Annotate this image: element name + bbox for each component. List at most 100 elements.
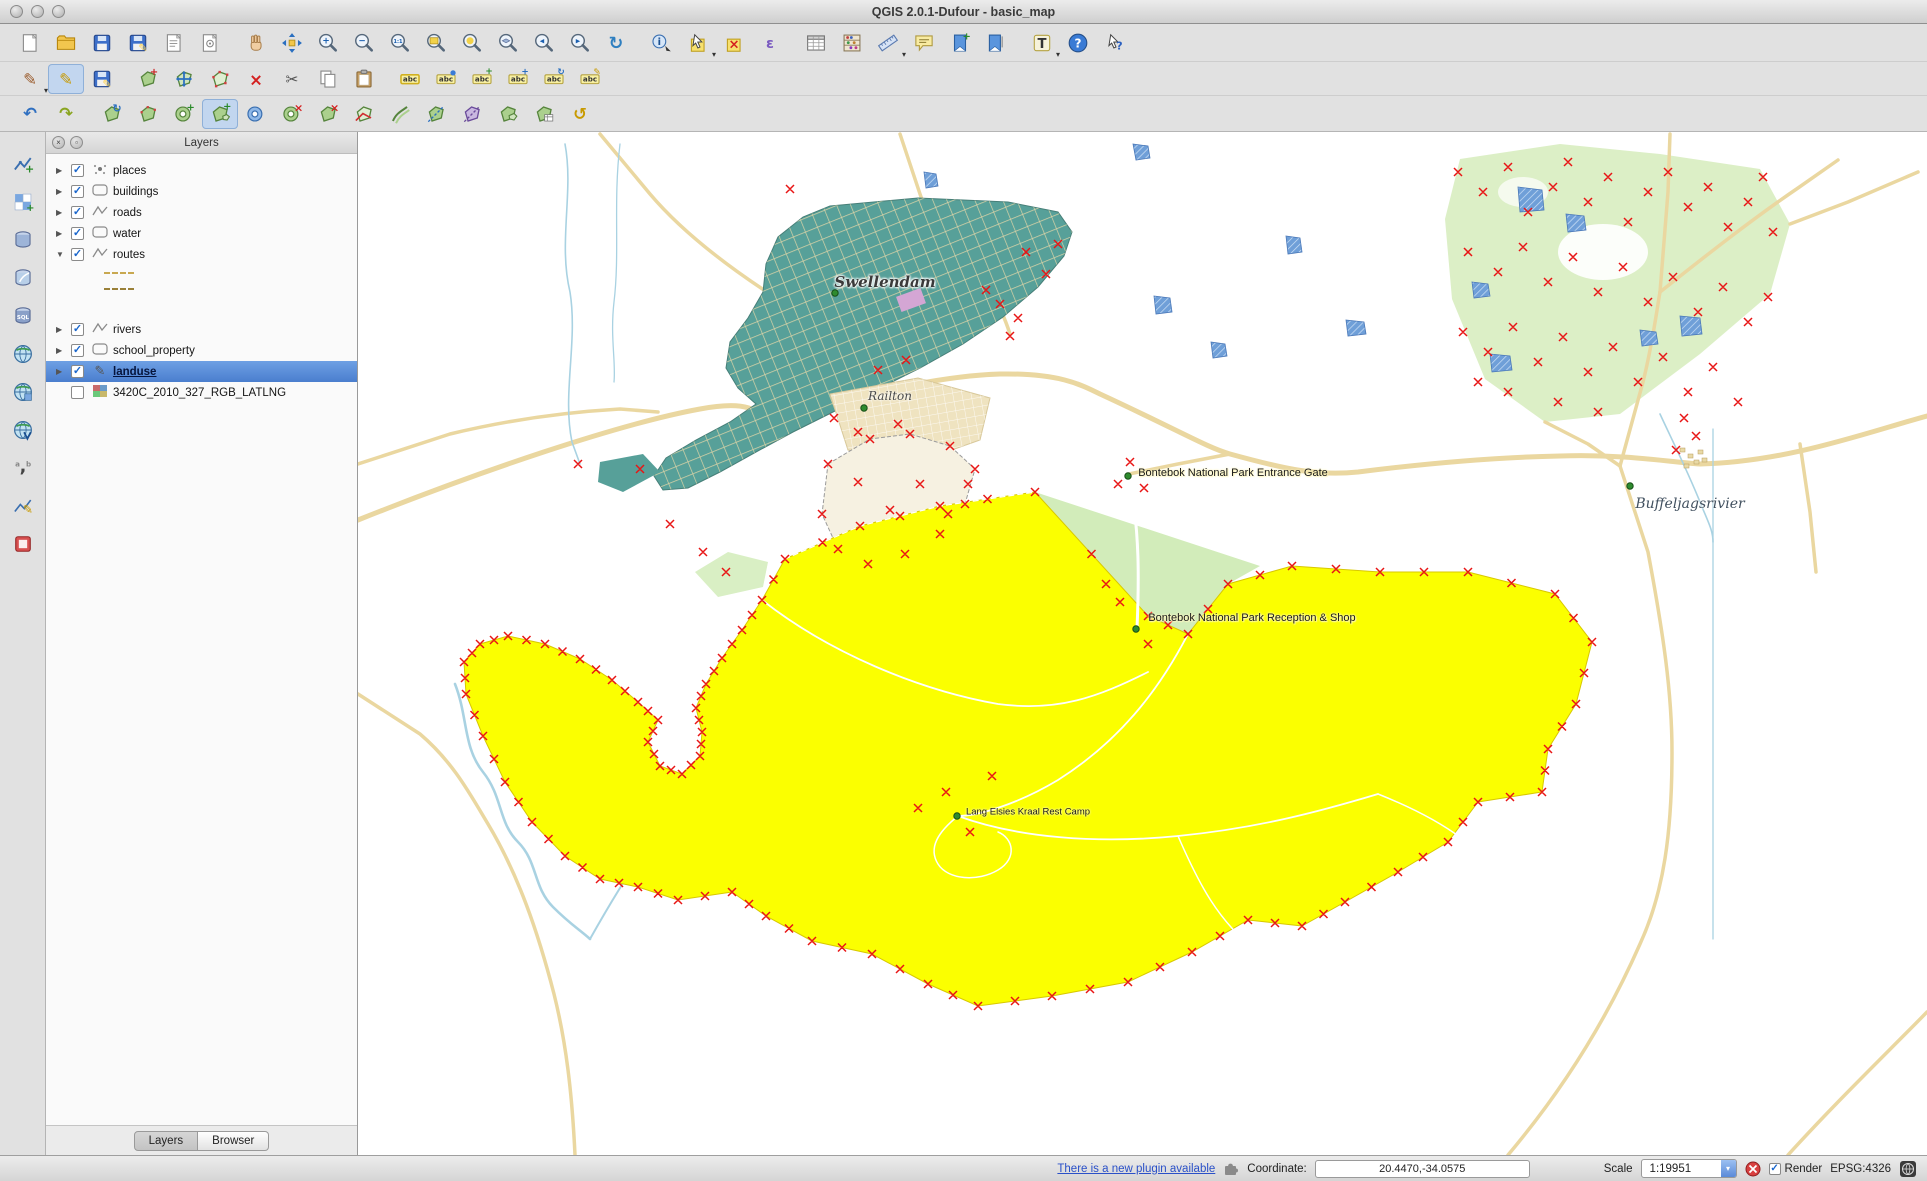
- simplify-feature-button[interactable]: [130, 99, 166, 129]
- dam-polygon[interactable]: [1211, 342, 1227, 358]
- layer-item-places[interactable]: ▶✓places: [46, 160, 357, 181]
- layer-visibility-checkbox[interactable]: ✓: [71, 344, 84, 357]
- dam-polygon[interactable]: [1472, 282, 1490, 298]
- place-marker[interactable]: [1133, 626, 1139, 632]
- composer-manager-button[interactable]: [192, 28, 228, 58]
- dam-polygon[interactable]: [1286, 236, 1302, 254]
- pan-to-selection-button[interactable]: [274, 28, 310, 58]
- new-shapefile-layer-button[interactable]: ✎: [6, 490, 40, 522]
- add-spatialite-layer-button[interactable]: [6, 262, 40, 294]
- place-marker[interactable]: [1125, 473, 1131, 479]
- offset-curve-button[interactable]: [382, 99, 418, 129]
- layer-item-water[interactable]: ▶✓water: [46, 223, 357, 244]
- place-marker[interactable]: [861, 405, 867, 411]
- dam-polygon[interactable]: [924, 172, 938, 188]
- split-parts-button[interactable]: [454, 99, 490, 129]
- delete-selected-button[interactable]: ×: [238, 64, 274, 94]
- add-wms-layer-button[interactable]: [6, 338, 40, 370]
- measure-button[interactable]: ▾: [870, 28, 906, 58]
- change-label-button[interactable]: abc✎: [572, 64, 608, 94]
- dam-polygon[interactable]: [1133, 144, 1150, 160]
- minimize-window-button[interactable]: [31, 5, 44, 18]
- layer-visibility-checkbox[interactable]: ✓: [71, 323, 84, 336]
- panel-float-button[interactable]: ▫: [70, 136, 83, 149]
- new-project-button[interactable]: [12, 28, 48, 58]
- expand-arrow-icon[interactable]: ▶: [56, 367, 71, 376]
- merge-feature-attributes-button[interactable]: [526, 99, 562, 129]
- layer-item-routes[interactable]: ▼✓routes: [46, 244, 357, 265]
- rotate-label-button[interactable]: abc↻: [536, 64, 572, 94]
- close-window-button[interactable]: [10, 5, 23, 18]
- current-edits-button[interactable]: ✎▾: [12, 64, 48, 94]
- layer-visibility-checkbox[interactable]: ✓: [71, 248, 84, 261]
- add-delimited-text-layer-button[interactable]: ,ab: [6, 452, 40, 484]
- pan-map-button[interactable]: [238, 28, 274, 58]
- place-marker[interactable]: [1627, 483, 1633, 489]
- remove-layer-button[interactable]: [6, 528, 40, 560]
- place-marker[interactable]: [954, 813, 960, 819]
- text-annotation-button[interactable]: T▾: [1024, 28, 1060, 58]
- expand-arrow-icon[interactable]: ▼: [56, 250, 71, 259]
- layer-visibility-checkbox[interactable]: ✓: [71, 206, 84, 219]
- new-plugin-link[interactable]: There is a new plugin available: [1057, 1163, 1215, 1175]
- rotate-feature-button[interactable]: ↻: [94, 99, 130, 129]
- layer-item-buildings[interactable]: ▶✓buildings: [46, 181, 357, 202]
- merge-features-button[interactable]: [490, 99, 526, 129]
- expand-arrow-icon[interactable]: ▶: [56, 346, 71, 355]
- combo-arrows-icon[interactable]: ▾: [1721, 1160, 1736, 1177]
- show-bookmarks-button[interactable]: [978, 28, 1014, 58]
- save-project-button[interactable]: [84, 28, 120, 58]
- dam-polygon[interactable]: [1680, 316, 1702, 336]
- title-bar[interactable]: QGIS 2.0.1-Dufour - basic_map: [0, 0, 1927, 24]
- layer-visibility-checkbox[interactable]: ✓: [71, 164, 84, 177]
- panel-close-button[interactable]: ×: [52, 136, 65, 149]
- expand-arrow-icon[interactable]: ▶: [56, 325, 71, 334]
- layer-labeling-button[interactable]: abc: [392, 64, 428, 94]
- layer-visibility-checkbox[interactable]: [71, 386, 84, 399]
- zoom-last-button[interactable]: ◂: [526, 28, 562, 58]
- layer-labeling-options-button[interactable]: abc: [428, 64, 464, 94]
- help-contents-button[interactable]: ?: [1060, 28, 1096, 58]
- dam-polygon[interactable]: [1566, 214, 1586, 232]
- dam-polygon[interactable]: [1346, 320, 1366, 336]
- zoom-window-button[interactable]: [52, 5, 65, 18]
- cut-features-button[interactable]: ✂: [274, 64, 310, 94]
- map-canvas[interactable]: SwellendamRailtonBontebok National Park …: [358, 132, 1927, 1155]
- save-layer-edits-button[interactable]: ✎: [84, 64, 120, 94]
- expand-arrow-icon[interactable]: ▶: [56, 166, 71, 175]
- render-checkbox-mark[interactable]: ✓: [1769, 1163, 1781, 1175]
- add-raster-layer-button[interactable]: +: [6, 186, 40, 218]
- add-postgis-layer-button[interactable]: [6, 224, 40, 256]
- tab-layers[interactable]: Layers: [134, 1131, 199, 1151]
- paste-features-button[interactable]: [346, 64, 382, 94]
- layer-item-landuse[interactable]: ▶✓✎landuse: [46, 361, 357, 382]
- deselect-features-button[interactable]: ×: [716, 28, 752, 58]
- dam-polygon[interactable]: [1640, 330, 1658, 346]
- layer-visibility-checkbox[interactable]: ✓: [71, 227, 84, 240]
- stop-render-icon[interactable]: [1745, 1161, 1761, 1177]
- zoom-in-button[interactable]: +: [310, 28, 346, 58]
- epsg-status[interactable]: EPSG:4326: [1830, 1163, 1891, 1175]
- layer-visibility-checkbox[interactable]: ✓: [71, 365, 84, 378]
- map-svg[interactable]: [358, 132, 1927, 1155]
- save-project-as-button[interactable]: ✎: [120, 28, 156, 58]
- map-tips-button[interactable]: [906, 28, 942, 58]
- add-mssql-layer-button[interactable]: SQL: [6, 300, 40, 332]
- render-checkbox[interactable]: ✓ Render: [1769, 1163, 1823, 1175]
- window-controls[interactable]: [10, 5, 65, 18]
- zoom-full-extent-button[interactable]: [418, 28, 454, 58]
- field-calculator-button[interactable]: [834, 28, 870, 58]
- copy-features-button[interactable]: [310, 64, 346, 94]
- select-features-button[interactable]: ▾: [680, 28, 716, 58]
- tab-browser[interactable]: Browser: [198, 1131, 269, 1151]
- expand-arrow-icon[interactable]: ▶: [56, 187, 71, 196]
- layer-item-roads[interactable]: ▶✓roads: [46, 202, 357, 223]
- toggle-editing-button[interactable]: ✎: [48, 64, 84, 94]
- add-part-button[interactable]: +: [202, 99, 238, 129]
- layer-item-school_property[interactable]: ▶✓school_property: [46, 340, 357, 361]
- scale-combo[interactable]: 1:19951 ▾: [1641, 1159, 1737, 1178]
- add-feature-button[interactable]: +: [130, 64, 166, 94]
- whats-this-button[interactable]: ?: [1096, 28, 1132, 58]
- move-label-button[interactable]: abc+: [500, 64, 536, 94]
- identify-features-button[interactable]: i: [644, 28, 680, 58]
